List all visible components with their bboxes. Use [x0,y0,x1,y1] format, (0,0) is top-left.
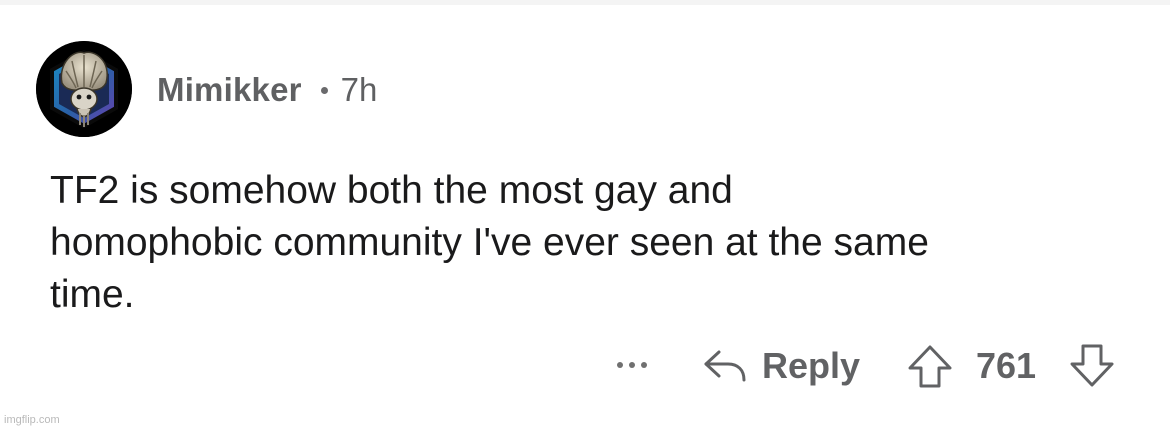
more-options-icon [617,362,623,368]
comment-body: TF2 is somehow both the most gay and hom… [50,165,1130,321]
more-options-icon [641,362,647,368]
more-options-button[interactable] [610,345,654,385]
reply-button[interactable]: Reply [702,340,860,392]
watermark: imgflip.com [4,414,60,426]
comment: Mimikker 7h TF2 is somehow both the most… [0,0,1170,430]
avatar[interactable] [36,41,132,137]
comment-meta: Mimikker 7h [157,70,377,110]
comment-body-line: TF2 is somehow both the most gay and [50,169,733,212]
reply-arrow-icon [704,350,746,382]
separator-dot-icon [320,86,328,94]
more-options-icon [629,362,635,368]
upvote-arrow-icon[interactable] [906,342,954,390]
reply-label: Reply [762,345,861,386]
downvote-arrow-icon[interactable] [1068,342,1116,390]
username[interactable]: Mimikker [157,71,302,109]
timestamp: 7h [340,71,378,108]
comment-body-line: homophobic community I've ever seen at t… [50,221,929,264]
comment-body-line: time. [50,273,135,316]
avatar-snoo-icon [36,41,132,137]
vote-score: 761 [976,345,1037,386]
